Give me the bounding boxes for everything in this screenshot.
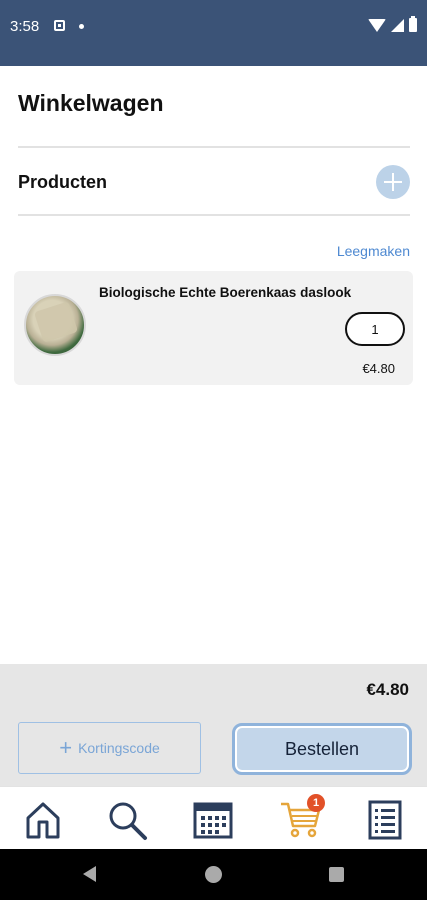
battery-icon	[409, 16, 417, 32]
tab-calendar[interactable]	[190, 797, 236, 843]
notification-icon	[54, 20, 65, 31]
cell-signal-icon	[391, 18, 404, 32]
back-icon[interactable]	[83, 866, 96, 882]
home-icon	[26, 802, 60, 839]
quantity-input[interactable]: 1	[345, 312, 405, 346]
tab-list[interactable]	[362, 797, 408, 843]
discount-code-label: Kortingscode	[78, 740, 160, 756]
calendar-icon	[193, 802, 233, 839]
divider	[18, 146, 410, 148]
tab-home[interactable]	[20, 797, 66, 843]
status-time: 3:58	[10, 18, 40, 35]
cart-item[interactable]: Biologische Echte Boerenkaas daslook 1 €…	[14, 271, 413, 385]
recent-apps-icon[interactable]	[329, 867, 344, 882]
tab-cart[interactable]: 1	[278, 794, 325, 843]
add-product-button[interactable]	[376, 165, 410, 199]
discount-code-button[interactable]: + Kortingscode	[18, 722, 201, 774]
cart-badge: 1	[307, 794, 325, 812]
page-title: Winkelwagen	[18, 90, 164, 116]
system-nav-bar	[0, 849, 427, 900]
product-price: €4.80	[362, 361, 395, 376]
divider	[18, 214, 410, 216]
order-total: €4.80	[366, 680, 409, 699]
plus-icon: +	[59, 735, 73, 760]
products-section-title: Producten	[18, 172, 108, 192]
status-icons	[368, 16, 417, 32]
bottom-tab-bar: 1	[0, 786, 427, 849]
status-bar: 3:58	[0, 0, 427, 66]
list-icon	[368, 800, 402, 840]
wifi-icon	[368, 18, 386, 32]
product-image	[24, 294, 86, 356]
checkout-panel: €4.80 + Kortingscode Bestellen	[0, 664, 427, 786]
clear-cart-link[interactable]: Leegmaken	[337, 243, 410, 259]
product-name: Biologische Echte Boerenkaas daslook	[99, 285, 352, 300]
notification-dot-icon	[79, 24, 84, 29]
search-icon	[109, 802, 147, 840]
order-button[interactable]: Bestellen	[232, 723, 412, 775]
home-circle-icon[interactable]	[205, 866, 222, 883]
tab-search[interactable]	[104, 797, 150, 843]
